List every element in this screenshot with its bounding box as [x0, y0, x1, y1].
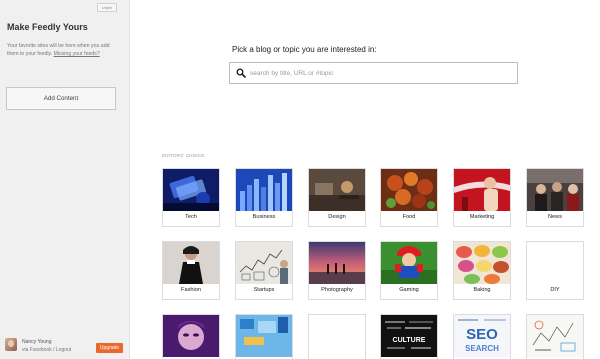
- topic-tile-fashion[interactable]: Fashion: [162, 241, 220, 300]
- topic-tile-blue-abstract[interactable]: [235, 314, 293, 359]
- upgrade-button[interactable]: Upgrade: [96, 343, 123, 353]
- seo-text: SEO: [466, 326, 498, 343]
- search-box[interactable]: [229, 62, 518, 84]
- topic-label: News: [548, 214, 562, 220]
- user-via-logout[interactable]: via Facebook / Logout: [22, 347, 71, 353]
- fashion-image: [163, 242, 219, 284]
- culture-words-image: CULTURE: [381, 315, 437, 357]
- topic-label: Startups: [253, 287, 275, 293]
- topic-label: Gaming: [399, 287, 419, 293]
- topic-tile-gaming[interactable]: Gaming: [380, 241, 438, 300]
- news-image: [527, 169, 583, 211]
- search-input[interactable]: [250, 67, 510, 80]
- search-text: SEARCH: [465, 344, 499, 353]
- design-image: [309, 169, 365, 211]
- tech-image: [163, 169, 219, 211]
- add-content-button[interactable]: Add Content: [6, 87, 116, 110]
- topic-label: Baking: [473, 287, 491, 293]
- baking-image: [454, 242, 510, 284]
- business-image: [236, 169, 292, 211]
- unpin-button[interactable]: Unpin: [97, 3, 117, 12]
- topic-tile-business[interactable]: Business: [235, 168, 293, 227]
- topic-tile-tech[interactable]: Tech: [162, 168, 220, 227]
- page-prompt: Pick a blog or topic you are interested …: [232, 45, 377, 54]
- missing-feeds-link[interactable]: Missing your feeds?: [54, 51, 100, 57]
- topic-tile-diy[interactable]: DIY: [526, 241, 584, 300]
- topic-tile-design[interactable]: Design: [308, 168, 366, 227]
- user-panel: Nancy Young via Facebook / Logout Upgrad…: [0, 336, 130, 359]
- editors-choice-heading: EDITORS' CHOICE: [162, 153, 205, 158]
- topic-label: Tech: [185, 214, 197, 220]
- topic-tile-food[interactable]: Food: [380, 168, 438, 227]
- marketing-image: [454, 169, 510, 211]
- topic-tile-culture[interactable]: CULTURE: [380, 314, 438, 359]
- gaming-image: [381, 242, 437, 284]
- topic-label: Photography: [321, 287, 353, 293]
- sketch-image: [527, 315, 583, 357]
- topic-tile-face-art[interactable]: [162, 314, 220, 359]
- topic-tile-photography[interactable]: Photography: [308, 241, 366, 300]
- topic-label: Food: [402, 214, 416, 220]
- topic-tile-news[interactable]: News: [526, 168, 584, 227]
- photography-image: [309, 242, 365, 284]
- topic-tile-baking[interactable]: Baking: [453, 241, 511, 300]
- sidebar-description: Your favorite sites will be here when yo…: [7, 42, 119, 59]
- search-icon: [236, 68, 246, 78]
- user-name: Nancy Young: [22, 339, 52, 345]
- topic-tile-sketch[interactable]: [526, 314, 584, 359]
- topic-tile-marketing[interactable]: Marketing: [453, 168, 511, 227]
- face-art-image: [163, 315, 219, 357]
- topic-tile-seo[interactable]: SEO SEARCH: [453, 314, 511, 359]
- diy-image: [527, 242, 583, 284]
- blue-abstract-image: [236, 315, 292, 357]
- topic-label: DIY: [550, 287, 560, 293]
- topic-label: Design: [328, 214, 346, 220]
- food-image: [381, 169, 437, 211]
- topic-label: Marketing: [469, 214, 495, 220]
- sidebar-title: Make Feedly Yours: [7, 22, 88, 32]
- culture-text: CULTURE: [393, 337, 426, 344]
- topic-label: Fashion: [181, 287, 201, 293]
- startups-image: [236, 242, 292, 284]
- sidebar: Unpin Make Feedly Yours Your favorite si…: [0, 0, 130, 359]
- avatar[interactable]: [5, 338, 17, 351]
- topic-tile-startups[interactable]: Startups: [235, 241, 293, 300]
- seo-words-image: SEO SEARCH: [454, 315, 510, 357]
- topic-tile-blank[interactable]: [308, 314, 366, 359]
- blank-image: [309, 315, 365, 357]
- topic-label: Business: [252, 214, 276, 220]
